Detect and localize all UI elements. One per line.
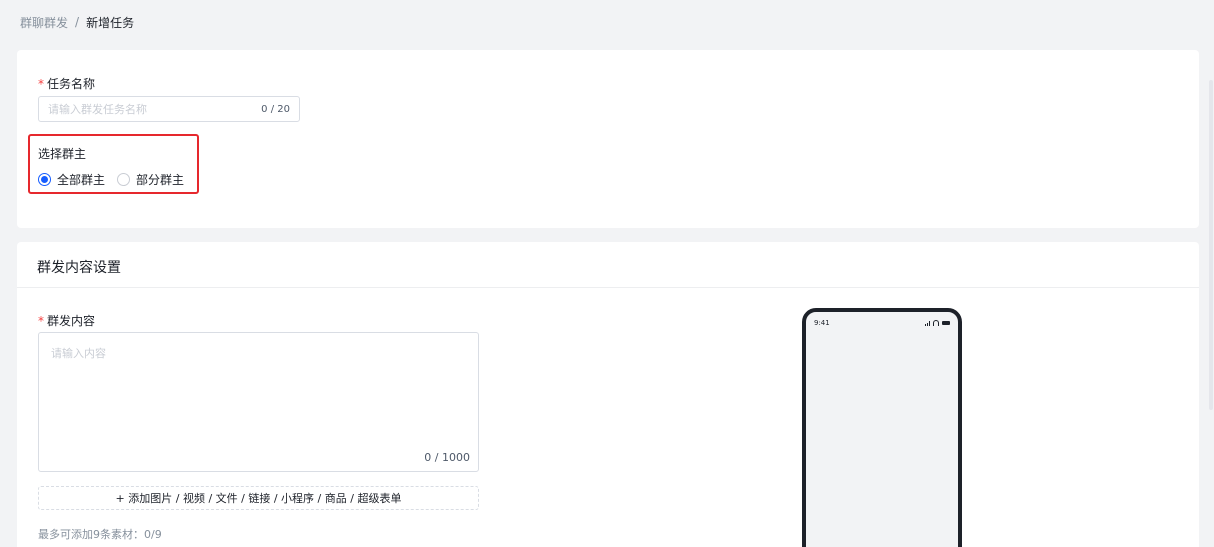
add-material-button[interactable]: + 添加图片 / 视频 / 文件 / 链接 / 小程序 / 商品 / 超级表单 bbox=[38, 486, 479, 510]
content-section-title: 群发内容设置 bbox=[37, 260, 121, 276]
battery-icon bbox=[942, 321, 950, 325]
content-textarea[interactable]: 请输入内容 0 / 1000 bbox=[38, 332, 479, 472]
breadcrumb-parent-link[interactable]: 群聊群发 bbox=[20, 14, 68, 31]
signal-icon bbox=[925, 320, 930, 326]
owner-radio-group: 全部群主 部分群主 bbox=[38, 171, 196, 188]
wifi-icon bbox=[933, 320, 939, 326]
task-name-label: * 任务名称 bbox=[38, 77, 96, 91]
task-name-counter: 0 / 20 bbox=[261, 103, 290, 115]
radio-some-owners-label[interactable]: 部分群主 bbox=[136, 171, 184, 188]
breadcrumb-current: 新增任务 bbox=[86, 15, 135, 30]
content-counter: 0 / 1000 bbox=[424, 451, 470, 464]
task-name-input[interactable]: 请输入群发任务名称 0 / 20 bbox=[38, 96, 300, 122]
phone-status-bar: 9:41 bbox=[814, 318, 950, 328]
required-mark: * bbox=[38, 77, 44, 91]
scrollbar-thumb[interactable] bbox=[1209, 80, 1213, 410]
radio-all-owners[interactable] bbox=[38, 173, 51, 186]
section-divider bbox=[17, 287, 1199, 288]
content-label: * 群发内容 bbox=[38, 314, 96, 328]
task-name-placeholder: 请输入群发任务名称 bbox=[48, 103, 147, 116]
breadcrumb-separator: / bbox=[75, 15, 80, 29]
phone-time: 9:41 bbox=[814, 319, 830, 327]
content-placeholder: 请输入内容 bbox=[51, 347, 106, 360]
breadcrumb: 群聊群发 / 新增任务 bbox=[0, 0, 1214, 44]
page-scrollbar[interactable] bbox=[1208, 50, 1214, 410]
phone-preview: 9:41 bbox=[802, 308, 962, 547]
required-mark: * bbox=[38, 314, 44, 328]
max-material-note: 最多可添加9条素材：0/9 bbox=[38, 528, 162, 541]
radio-some-owners[interactable] bbox=[117, 173, 131, 186]
owner-select-label: 选择群主 bbox=[38, 147, 87, 161]
radio-all-owners-label[interactable]: 全部群主 bbox=[57, 171, 105, 188]
